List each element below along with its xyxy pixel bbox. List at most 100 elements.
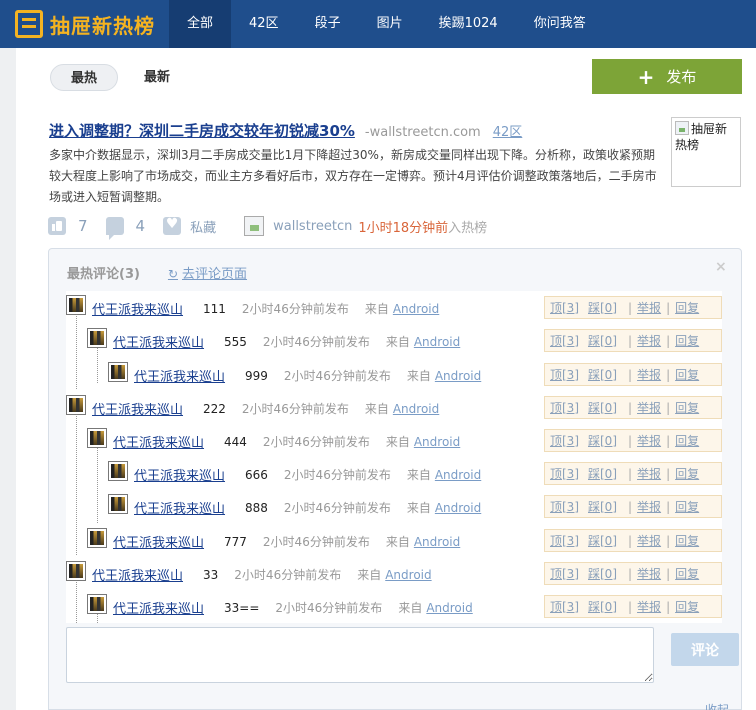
upvote-link[interactable]: 顶[3] (550, 465, 579, 482)
commenter-avatar[interactable] (66, 294, 86, 315)
commenter-avatar[interactable] (108, 460, 128, 481)
upvote-link[interactable]: 顶[3] (550, 299, 579, 316)
article-thumbnail[interactable]: 抽屉新热榜 (671, 117, 741, 187)
comment-icon[interactable] (105, 217, 124, 240)
commenter-avatar[interactable] (66, 394, 86, 415)
downvote-link[interactable]: 踩[0] (588, 299, 617, 316)
comment-device[interactable]: Android (426, 601, 472, 615)
favorite-label[interactable]: 私藏 (190, 217, 216, 236)
downvote-link[interactable]: 踩[0] (588, 332, 617, 349)
comment-device[interactable]: Android (393, 302, 439, 316)
comment-device[interactable]: Android (385, 568, 431, 582)
comment-device[interactable]: Android (435, 369, 481, 383)
sort-tab-newest[interactable]: 最新 (124, 64, 190, 91)
comment-device[interactable]: Android (435, 501, 481, 515)
commenter-name[interactable]: 代王派我来巡山 (92, 299, 183, 318)
comment-device[interactable]: Android (393, 402, 439, 416)
upvote-link[interactable]: 顶[3] (550, 532, 579, 549)
nav-tab-it1024[interactable]: 挨踢1024 (421, 0, 516, 48)
commenter-avatar[interactable] (87, 327, 107, 348)
reply-link[interactable]: 回复 (675, 465, 699, 482)
commenter-avatar[interactable] (87, 527, 107, 548)
comment-device[interactable]: Android (435, 468, 481, 482)
nav-tab-jokes[interactable]: 段子 (297, 0, 359, 48)
downvote-link[interactable]: 踩[0] (588, 432, 617, 449)
comment-input[interactable] (66, 627, 654, 683)
commenter-name[interactable]: 代王派我来巡山 (134, 498, 225, 517)
commenter-name[interactable]: 代王派我来巡山 (92, 565, 183, 584)
upvote-link[interactable]: 顶[3] (550, 399, 579, 416)
commenter-avatar[interactable] (87, 427, 107, 448)
reply-link[interactable]: 回复 (675, 532, 699, 549)
nav-tab-pictures[interactable]: 图片 (359, 0, 421, 48)
comment-from: 来自 (357, 568, 382, 582)
downvote-link[interactable]: 踩[0] (588, 498, 617, 515)
reply-link[interactable]: 回复 (675, 399, 699, 416)
report-link[interactable]: 举报 (637, 399, 661, 416)
commenter-name[interactable]: 代王派我来巡山 (113, 532, 204, 551)
reply-link[interactable]: 回复 (675, 432, 699, 449)
upvote-link[interactable]: 顶[3] (550, 366, 579, 383)
upvote-link[interactable]: 顶[3] (550, 432, 579, 449)
report-link[interactable]: 举报 (637, 299, 661, 316)
reply-link[interactable]: 回复 (675, 565, 699, 582)
site-logo[interactable]: 抽屉新热榜 (15, 9, 155, 39)
reply-link[interactable]: 回复 (675, 299, 699, 316)
downvote-link[interactable]: 踩[0] (588, 532, 617, 549)
close-icon[interactable]: × (715, 259, 727, 275)
article-zone-link[interactable]: 42区 (493, 121, 523, 140)
comment-device[interactable]: Android (414, 435, 460, 449)
report-link[interactable]: 举报 (637, 565, 661, 582)
upvote-link[interactable]: 顶[3] (550, 565, 579, 582)
commenter-name[interactable]: 代王派我来巡山 (134, 465, 225, 484)
poster-name[interactable]: wallstreetcn (273, 219, 352, 234)
poster-avatar[interactable] (244, 216, 265, 236)
reply-link[interactable]: 回复 (675, 598, 699, 615)
publish-button[interactable]: + 发布 (592, 59, 742, 94)
heart-icon[interactable] (163, 216, 182, 235)
downvote-link[interactable]: 踩[0] (588, 399, 617, 416)
nav-tab-qa[interactable]: 你问我答 (516, 0, 604, 48)
reply-link[interactable]: 回复 (675, 332, 699, 349)
commenter-name[interactable]: 代王派我来巡山 (92, 399, 183, 418)
report-link[interactable]: 举报 (637, 465, 661, 482)
downvote-link[interactable]: 踩[0] (588, 565, 617, 582)
comment-device[interactable]: Android (414, 535, 460, 549)
nav-tab-all[interactable]: 全部 (169, 0, 232, 48)
collapse-link[interactable]: 收起 (705, 701, 729, 710)
commenter-name[interactable]: 代王派我来巡山 (113, 432, 204, 451)
report-link[interactable]: 举报 (637, 598, 661, 615)
comment-time: 2小时46分钟前发布 (234, 568, 342, 582)
report-link[interactable]: 举报 (637, 532, 661, 549)
comment-row: 代王派我来巡山 33== 2小时46分钟前发布 来自 Android (87, 591, 473, 624)
reply-link[interactable]: 回复 (675, 366, 699, 383)
comment-device[interactable]: Android (414, 335, 460, 349)
commenter-avatar[interactable] (108, 361, 128, 382)
report-link[interactable]: 举报 (637, 366, 661, 383)
nav-tab-42zone[interactable]: 42区 (231, 0, 297, 48)
like-icon[interactable] (48, 217, 66, 235)
commenter-name[interactable]: 代王派我来巡山 (113, 332, 204, 351)
commenter-avatar[interactable] (108, 493, 128, 514)
separator: | (628, 400, 633, 415)
upvote-link[interactable]: 顶[3] (550, 332, 579, 349)
report-link[interactable]: 举报 (637, 432, 661, 449)
commenter-avatar[interactable] (87, 593, 107, 614)
report-link[interactable]: 举报 (637, 332, 661, 349)
commenter-avatar[interactable] (66, 560, 86, 581)
sort-tab-hottest[interactable]: 最热 (50, 64, 119, 91)
go-comment-page-link[interactable]: ↻ 去评论页面 (168, 263, 247, 282)
upvote-link[interactable]: 顶[3] (550, 598, 579, 615)
article-title-link[interactable]: 进入调整期？深圳二手房成交较年初锐减30% (49, 120, 355, 141)
commenter-name[interactable]: 代王派我来巡山 (113, 598, 204, 617)
downvote-link[interactable]: 踩[0] (588, 465, 617, 482)
upvote-link[interactable]: 顶[3] (550, 498, 579, 515)
downvote-link[interactable]: 踩[0] (588, 366, 617, 383)
hot-comments-title: 最热评论(3) (67, 267, 140, 282)
commenter-name[interactable]: 代王派我来巡山 (134, 366, 225, 385)
downvote-link[interactable]: 踩[0] (588, 598, 617, 615)
separator: | (666, 433, 671, 448)
reply-link[interactable]: 回复 (675, 498, 699, 515)
submit-comment-button[interactable]: 评论 (671, 633, 739, 666)
report-link[interactable]: 举报 (637, 498, 661, 515)
